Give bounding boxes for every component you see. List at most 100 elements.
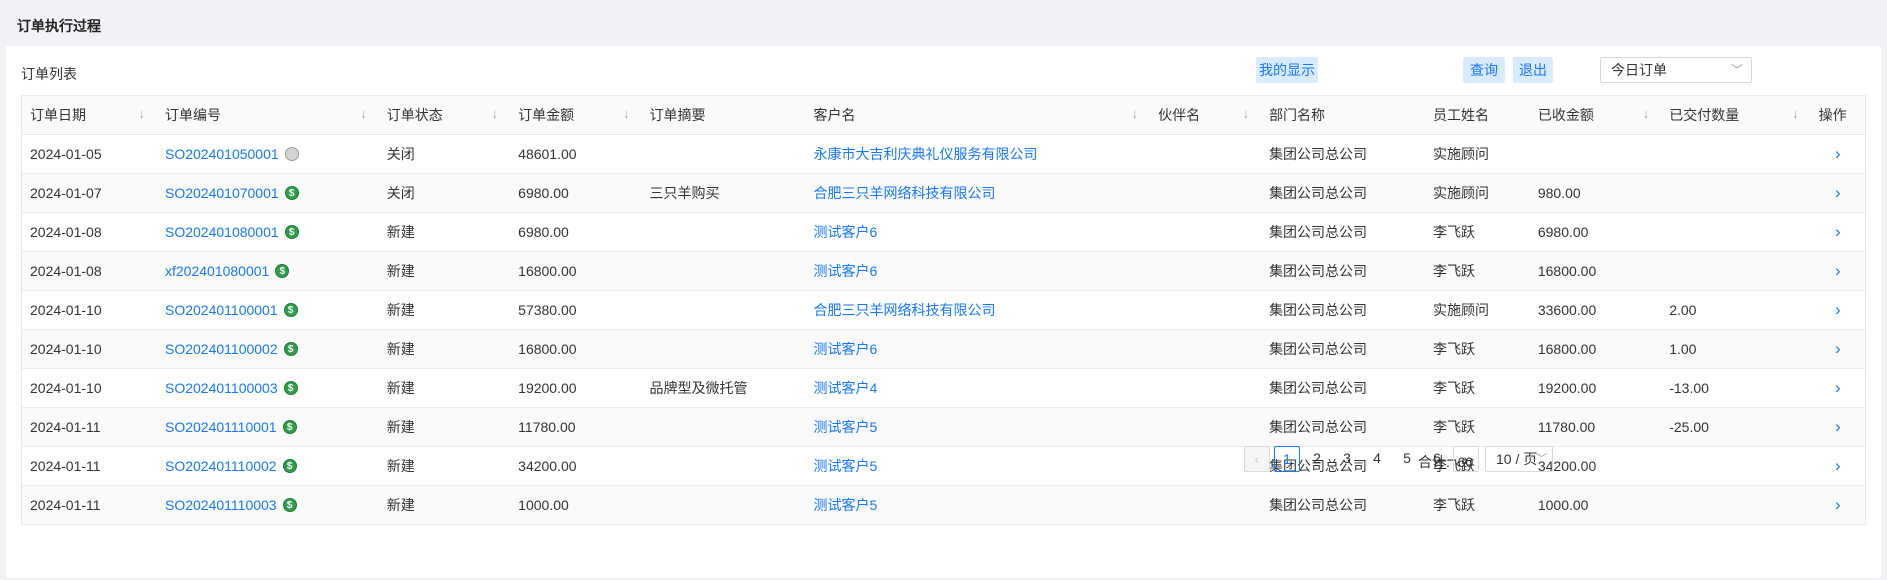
table-row[interactable]: 2024-01-11 SO202401110003 $ 新建 1000.00 测试客户5 集… <box>22 485 1865 524</box>
partner-name-cell <box>1150 173 1262 213</box>
table-row[interactable]: 2024-01-08 xf202401080001 $ 新建 16800.00 测试客户6… <box>22 251 1865 291</box>
column-header: 操作 <box>1810 96 1865 135</box>
my-display-button[interactable]: 我的显示 <box>1256 57 1318 83</box>
order-number-link[interactable]: SO202401100003 $ <box>157 368 379 408</box>
sort-icon[interactable]: ↓ <box>623 106 630 121</box>
row-detail-chevron-icon[interactable]: › <box>1810 290 1865 330</box>
table-row[interactable]: 2024-01-05 SO202401050001 关闭 48601.00 永康市大吉利… <box>22 134 1865 174</box>
column-header[interactable]: 订单金额 ↓ <box>510 96 642 135</box>
partner-name-cell <box>1150 290 1262 330</box>
page-size-select[interactable]: 10 / 页 ﹀ <box>1485 446 1553 472</box>
partner-name-cell <box>1150 368 1262 408</box>
delivered-qty-cell: 1.00 <box>1661 329 1811 369</box>
order-number-link[interactable]: SO202401110001 $ <box>157 407 379 447</box>
order-number-link[interactable]: SO202401050001 <box>157 134 379 174</box>
page-button[interactable]: 2 <box>1304 446 1330 472</box>
prev-page-button[interactable]: ‹ <box>1244 446 1270 472</box>
table-row[interactable]: 2024-01-08 SO202401080001 $ 新建 6980.00 测试客户6 集… <box>22 212 1865 252</box>
customer-name-link[interactable]: 测试客户4 <box>805 368 1151 408</box>
customer-name-link[interactable]: 测试客户6 <box>805 329 1151 369</box>
order-number-link[interactable]: SO202401100001 $ <box>157 290 379 330</box>
next-page-button[interactable]: › <box>1453 446 1479 472</box>
page-button[interactable]: 5 <box>1394 446 1420 472</box>
row-detail-chevron-icon[interactable]: › <box>1810 407 1865 447</box>
order-status-cell: 新建 <box>378 485 511 524</box>
row-detail-chevron-icon[interactable]: › <box>1810 134 1865 174</box>
order-number-link[interactable]: SO202401070001 $ <box>157 173 379 213</box>
customer-name-link[interactable]: 测试客户6 <box>805 212 1151 252</box>
sort-icon[interactable]: ↓ <box>1792 106 1799 121</box>
delivered-qty-cell <box>1661 134 1811 174</box>
order-status-cell: 新建 <box>378 251 511 291</box>
order-filter-select[interactable]: 今日订单 ﹀ <box>1600 57 1752 83</box>
table-row[interactable]: 2024-01-11 SO202401110001 $ 新建 11780.00 测试客户5… <box>22 407 1865 447</box>
list-title: 订单列表 <box>21 66 77 82</box>
page-button[interactable]: 4 <box>1364 446 1390 472</box>
row-detail-chevron-icon[interactable]: › <box>1810 173 1865 213</box>
exit-button[interactable]: 退出 <box>1513 57 1553 83</box>
order-number-link[interactable]: SO202401110003 $ <box>157 485 379 524</box>
received-amount-cell: 33600.00 <box>1529 290 1662 330</box>
column-header[interactable]: 客户名 ↓ <box>805 96 1151 135</box>
customer-name-link[interactable]: 测试客户5 <box>805 485 1151 524</box>
order-summary-cell <box>641 212 806 252</box>
table-row[interactable]: 2024-01-10 SO202401100003 $ 新建 19200.00 品牌型及微… <box>22 368 1865 408</box>
row-detail-chevron-icon[interactable]: › <box>1810 329 1865 369</box>
payment-dollar-icon: $ <box>284 186 299 201</box>
department-cell: 集团公司总公司 <box>1261 485 1425 524</box>
payment-dollar-icon: $ <box>275 264 290 279</box>
page-button[interactable]: 3 <box>1334 446 1360 472</box>
order-number-link[interactable]: SO202401100002 $ <box>157 329 379 369</box>
order-amount-cell: 19200.00 <box>510 368 642 408</box>
table-row[interactable]: 2024-01-10 SO202401100001 $ 新建 57380.00 合肥三只羊… <box>22 290 1865 330</box>
column-header[interactable]: 订单日期 ↓ <box>22 96 157 135</box>
sort-icon[interactable]: ↓ <box>1643 106 1650 121</box>
row-detail-chevron-icon[interactable]: › <box>1810 251 1865 291</box>
sort-icon[interactable]: ↓ <box>1243 106 1250 121</box>
column-header[interactable]: 已交付数量 ↓ <box>1661 96 1811 135</box>
department-cell: 集团公司总公司 <box>1261 173 1425 213</box>
table-row[interactable]: 2024-01-07 SO202401070001 $ 关闭 6980.00 三只羊购买合… <box>22 173 1865 213</box>
sort-icon[interactable]: ↓ <box>360 106 367 121</box>
column-header[interactable]: 伙伴名 ↓ <box>1150 96 1262 135</box>
received-amount-cell: 16800.00 <box>1529 329 1662 369</box>
row-detail-chevron-icon[interactable]: › <box>1810 485 1865 524</box>
column-header-label: 操作 <box>1818 107 1847 123</box>
column-header[interactable]: 订单编号 ↓ <box>157 96 379 135</box>
column-header: 部门名称 <box>1261 96 1425 135</box>
order-summary-cell <box>641 485 806 524</box>
column-header-label: 已收金额 <box>1537 107 1594 123</box>
customer-name-link[interactable]: 永康市大吉利庆典礼仪服务有限公司 <box>805 134 1151 174</box>
delivered-qty-cell <box>1661 212 1811 252</box>
order-summary-cell: 三只羊购买 <box>641 173 806 213</box>
sort-icon[interactable]: ↓ <box>1132 106 1139 121</box>
employee-cell: 李飞跃 <box>1424 368 1530 408</box>
row-detail-chevron-icon[interactable]: › <box>1810 212 1865 252</box>
query-button[interactable]: 查询 <box>1463 57 1505 83</box>
order-filter-value: 今日订单 <box>1611 62 1667 78</box>
page-title: 订单执行过程 <box>17 18 101 34</box>
department-cell: 集团公司总公司 <box>1261 134 1425 174</box>
table-row[interactable]: 2024-01-10 SO202401100002 $ 新建 16800.00 测试客户6… <box>22 329 1865 369</box>
order-number-link[interactable]: xf202401080001 $ <box>157 251 379 291</box>
received-amount-cell: 980.00 <box>1529 173 1662 213</box>
column-header[interactable]: 已收金额 ↓ <box>1529 96 1662 135</box>
sort-icon[interactable]: ↓ <box>492 106 499 121</box>
sort-icon[interactable]: ↓ <box>139 106 146 121</box>
customer-name-link[interactable]: 合肥三只羊网络科技有限公司 <box>805 290 1151 330</box>
page-button[interactable]: 1 <box>1274 446 1300 472</box>
order-status-cell: 新建 <box>378 368 511 408</box>
page-button[interactable]: 6 <box>1424 446 1450 472</box>
customer-name-link[interactable]: 合肥三只羊网络科技有限公司 <box>805 173 1151 213</box>
received-amount-cell: 19200.00 <box>1529 368 1662 408</box>
customer-name-link[interactable]: 测试客户6 <box>805 251 1151 291</box>
order-status-cell: 关闭 <box>378 173 511 213</box>
order-amount-cell: 48601.00 <box>510 134 642 174</box>
employee-cell: 实施顾问 <box>1424 290 1530 330</box>
delivered-qty-cell: -13.00 <box>1661 368 1811 408</box>
order-date-cell: 2024-01-11 <box>22 407 157 447</box>
column-header[interactable]: 订单状态 ↓ <box>378 96 511 135</box>
row-detail-chevron-icon[interactable]: › <box>1810 368 1865 408</box>
customer-name-link[interactable]: 测试客户5 <box>805 407 1151 447</box>
order-number-link[interactable]: SO202401080001 $ <box>157 212 379 252</box>
